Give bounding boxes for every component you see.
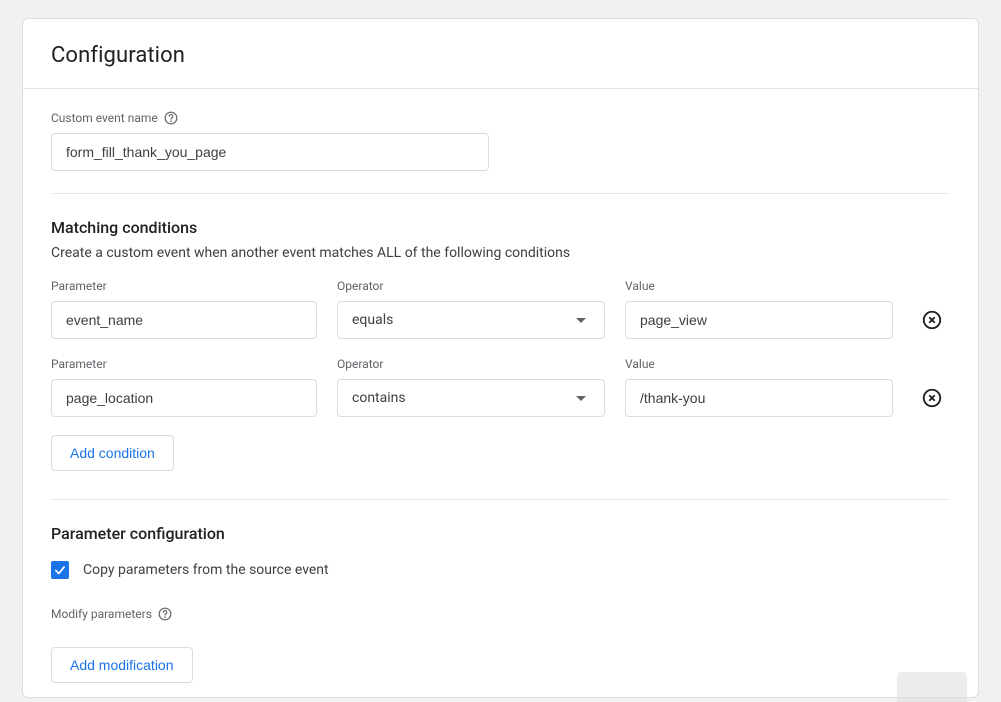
value-label: Value bbox=[625, 357, 893, 371]
parameter-label: Parameter bbox=[51, 357, 317, 371]
operator-select[interactable]: equals bbox=[337, 301, 605, 339]
divider bbox=[51, 499, 950, 500]
matching-conditions-title: Matching conditions bbox=[51, 218, 950, 237]
obscured-button bbox=[897, 672, 967, 702]
condition-row: Parameter Operator contains Value bbox=[51, 357, 950, 417]
value-label: Value bbox=[625, 279, 893, 293]
copy-parameters-checkbox[interactable] bbox=[51, 561, 69, 579]
page-title: Configuration bbox=[51, 43, 950, 68]
chevron-down-icon bbox=[576, 396, 586, 401]
chevron-down-icon bbox=[576, 318, 586, 323]
modify-parameters-label: Modify parameters bbox=[51, 607, 950, 621]
delete-condition-button[interactable] bbox=[913, 301, 951, 339]
custom-event-name-input[interactable] bbox=[51, 133, 489, 171]
operator-label: Operator bbox=[337, 357, 605, 371]
value-input[interactable] bbox=[625, 301, 893, 339]
divider bbox=[51, 193, 950, 194]
operator-label: Operator bbox=[337, 279, 605, 293]
configuration-card: Configuration Custom event name Matching… bbox=[22, 18, 979, 698]
help-icon[interactable] bbox=[158, 607, 172, 621]
matching-conditions-description: Create a custom event when another event… bbox=[51, 245, 950, 261]
parameter-label: Parameter bbox=[51, 279, 317, 293]
value-input[interactable] bbox=[625, 379, 893, 417]
condition-row: Parameter Operator equals Value bbox=[51, 279, 950, 339]
parameter-input[interactable] bbox=[51, 379, 317, 417]
delete-condition-button[interactable] bbox=[913, 379, 951, 417]
add-condition-button[interactable]: Add condition bbox=[51, 435, 174, 471]
custom-event-name-label: Custom event name bbox=[51, 111, 950, 125]
copy-parameters-label: Copy parameters from the source event bbox=[83, 562, 329, 578]
parameter-configuration-title: Parameter configuration bbox=[51, 524, 950, 543]
card-body: Custom event name Matching conditions Cr… bbox=[23, 89, 978, 698]
parameter-input[interactable] bbox=[51, 301, 317, 339]
help-icon[interactable] bbox=[164, 111, 178, 125]
card-header: Configuration bbox=[23, 19, 978, 89]
operator-select[interactable]: contains bbox=[337, 379, 605, 417]
add-modification-button[interactable]: Add modification bbox=[51, 647, 193, 683]
